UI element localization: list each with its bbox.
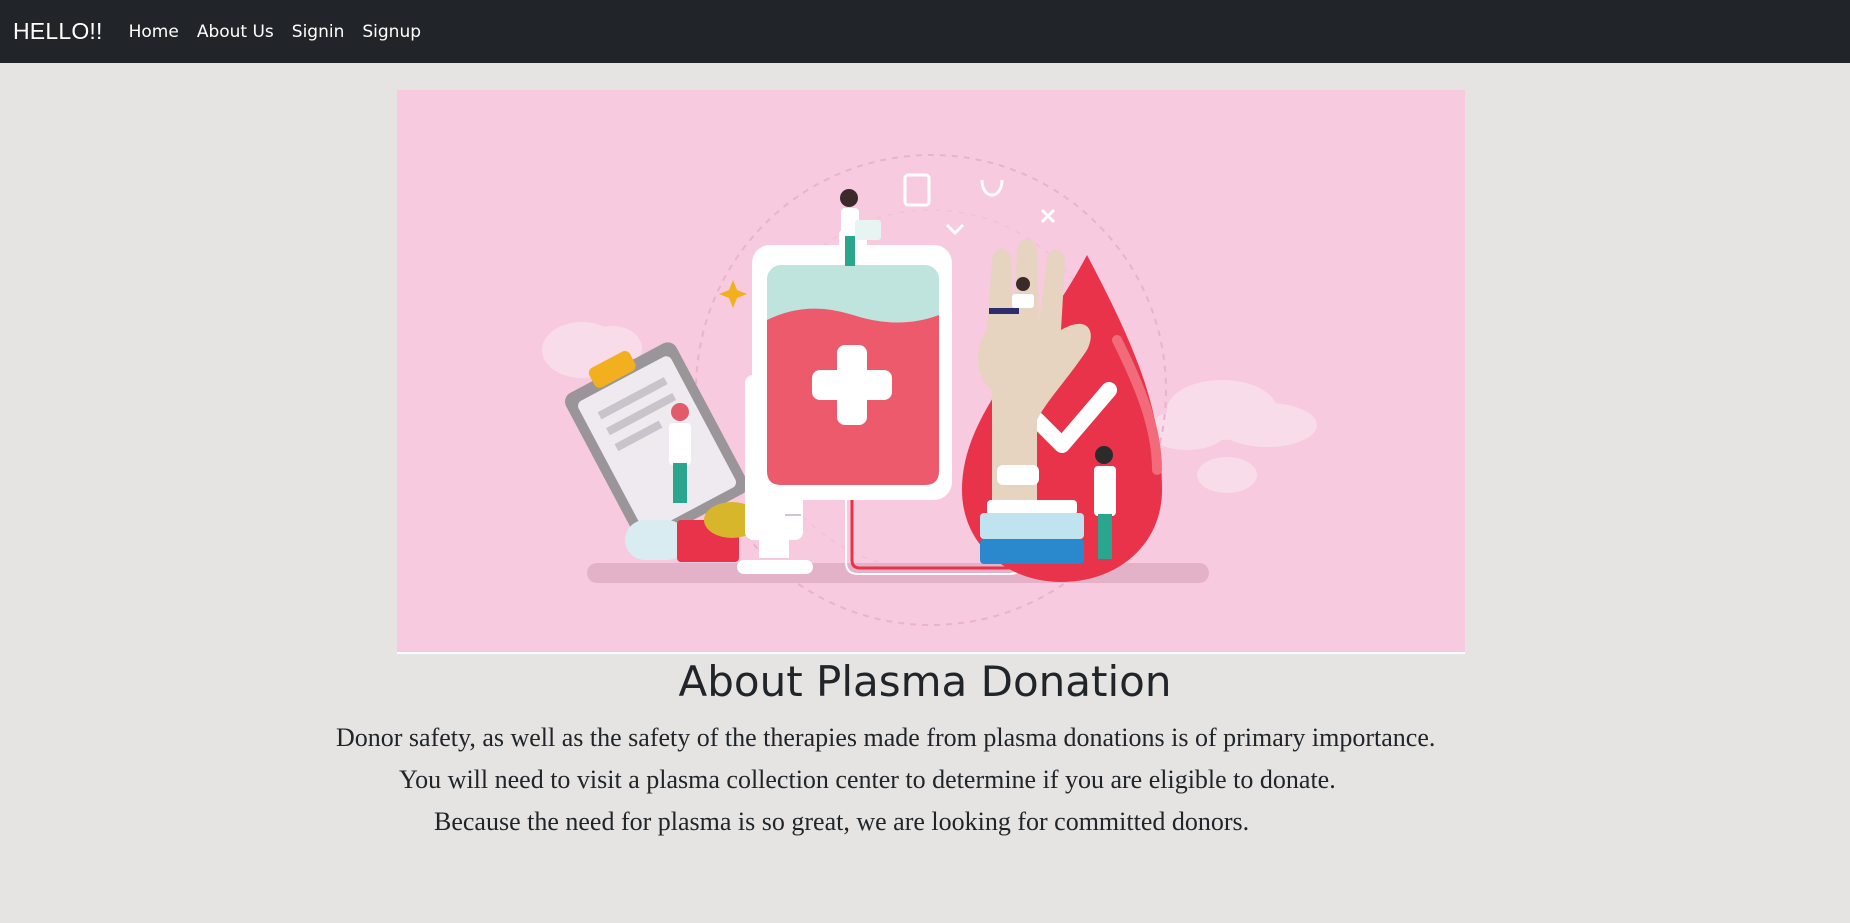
plasma-donation-illustration [542,154,1317,626]
paragraph-line: You will need to visit a plasma collecti… [399,765,1336,794]
paragraph-line: Donor safety, as well as the safety of t… [336,723,1436,752]
nav-link-about-us[interactable]: About Us [197,22,274,42]
hero-image [397,90,1465,652]
nav-link-signup[interactable]: Signup [362,22,421,42]
brand-link[interactable]: HELLO!! [13,18,103,45]
nav-link-signin[interactable]: Signin [292,22,345,42]
navbar: HELLO!! Home About Us Signin Signup [0,0,1850,63]
paragraph-line: Because the need for plasma is so great,… [434,807,1250,836]
page-title: About Plasma Donation [678,657,1172,706]
nav-link-home[interactable]: Home [129,22,179,42]
